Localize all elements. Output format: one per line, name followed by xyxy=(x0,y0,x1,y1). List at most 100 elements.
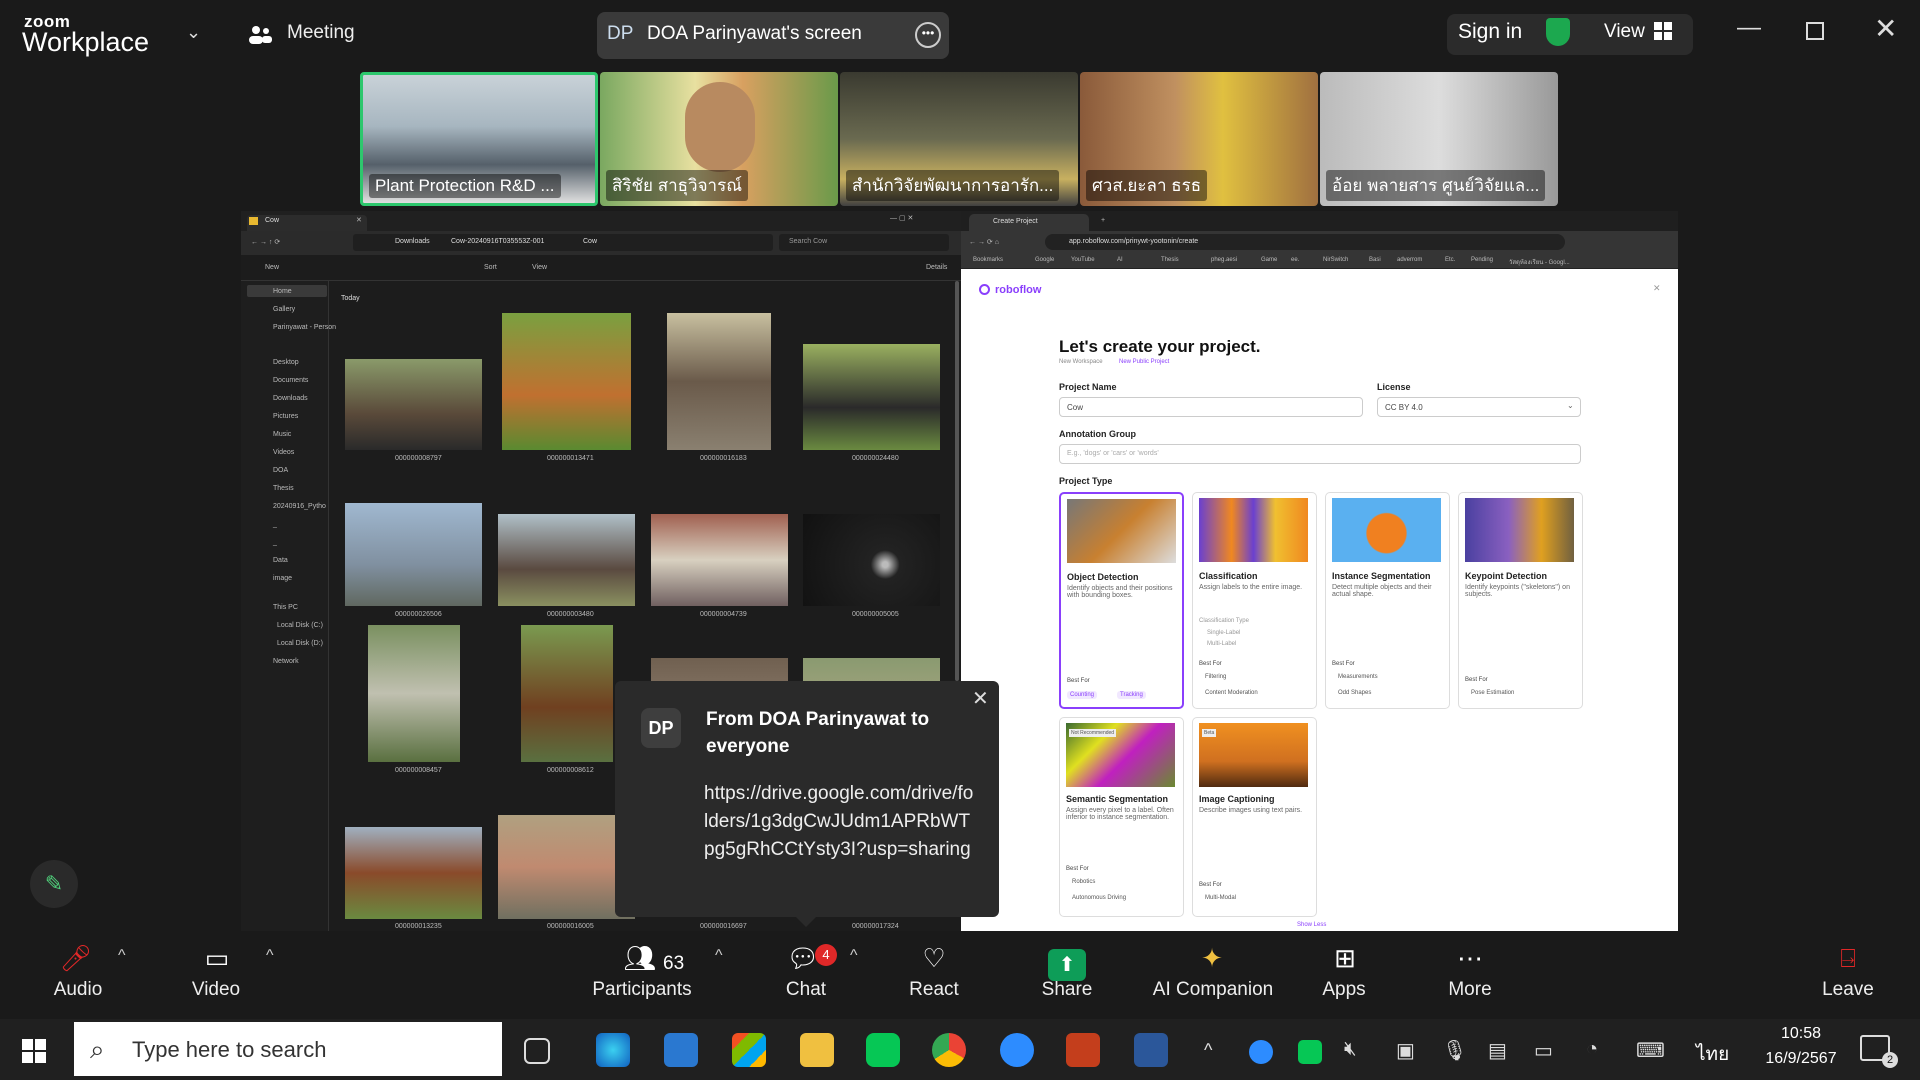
leave-icon[interactable]: ⍈ xyxy=(1830,943,1866,973)
type-card-object-detection[interactable]: Object Detection Identify objects and th… xyxy=(1059,492,1184,709)
chrome-icon[interactable] xyxy=(932,1033,966,1067)
bookmark[interactable]: Bookmarks xyxy=(973,257,1003,263)
nav-pictures[interactable]: Pictures xyxy=(273,413,298,420)
bookmark[interactable]: AI xyxy=(1117,257,1123,263)
type-card-instance-segmentation[interactable]: Instance Segmentation Detect multiple ob… xyxy=(1325,492,1450,709)
nav-folder[interactable]: _ xyxy=(273,521,277,528)
show-less-link[interactable]: Show Less xyxy=(1297,922,1326,928)
zoom-tray-icon[interactable] xyxy=(1249,1040,1273,1064)
radio-multi-label[interactable]: Multi-Label xyxy=(1207,641,1236,647)
radio-single-label[interactable]: Single-Label xyxy=(1207,630,1240,636)
image-thumbnail[interactable] xyxy=(368,625,460,762)
nav-documents[interactable]: Documents xyxy=(273,377,308,384)
ai-companion-button[interactable]: AI Companion xyxy=(1148,979,1278,1001)
bookmark[interactable]: Basi xyxy=(1369,257,1381,263)
edge-icon[interactable] xyxy=(596,1033,630,1067)
participant-tile[interactable]: ศวส.ยะลา ธรธ xyxy=(1080,72,1318,206)
type-card-image-captioning[interactable]: Beta Image Captioning Describe images us… xyxy=(1192,717,1317,917)
breadcrumb-project[interactable]: New Public Project xyxy=(1119,359,1169,365)
nav-this-pc[interactable]: This PC xyxy=(273,604,298,611)
close-icon[interactable]: ✕ xyxy=(972,686,989,711)
nav-data[interactable]: Data xyxy=(273,557,288,564)
image-thumbnail[interactable] xyxy=(345,827,482,919)
bookmark[interactable]: วัสดุห้องเรียน - Googl... xyxy=(1509,257,1570,267)
bookmark[interactable]: ee. xyxy=(1291,257,1299,263)
chevron-up-icon[interactable]: ^ xyxy=(715,947,723,977)
close-page-icon[interactable]: ✕ xyxy=(1653,283,1661,294)
nav-disk-c[interactable]: Local Disk (C:) xyxy=(277,622,323,629)
window-controls[interactable]: — ▢ ✕ xyxy=(890,214,913,222)
nav-downloads[interactable]: Downloads xyxy=(273,395,308,402)
image-thumbnail[interactable] xyxy=(803,514,940,606)
scrollbar[interactable] xyxy=(955,281,959,681)
react-button[interactable]: React xyxy=(904,979,964,1001)
image-thumbnail[interactable] xyxy=(498,514,635,606)
participant-tile[interactable]: อ้อย พลายสาร ศูนย์วิจัยแล... xyxy=(1320,72,1558,206)
sort-button[interactable]: Sort xyxy=(484,264,497,271)
device-icon[interactable]: ▤ xyxy=(1488,1038,1507,1063)
file-explorer-icon[interactable] xyxy=(800,1033,834,1067)
more-options-icon[interactable]: ••• xyxy=(915,22,941,48)
bookmark[interactable]: Pending xyxy=(1471,257,1493,263)
participants-button[interactable]: Participants xyxy=(590,979,694,1001)
participants-icon[interactable]: 👥︎ xyxy=(622,943,658,973)
nav-folder[interactable]: _ xyxy=(273,539,277,546)
camera-icon[interactable]: ▭ xyxy=(196,943,238,973)
audio-button[interactable]: Audio xyxy=(48,979,108,1001)
chat-button[interactable]: Chat xyxy=(776,979,836,1001)
powerpoint-icon[interactable] xyxy=(1066,1033,1100,1067)
image-thumbnail[interactable] xyxy=(803,344,940,450)
view-button[interactable]: View xyxy=(532,264,547,271)
nav-videos[interactable]: Videos xyxy=(273,449,294,456)
line-icon[interactable] xyxy=(866,1033,900,1067)
restore-icon[interactable] xyxy=(1806,22,1824,40)
volume-muted-icon[interactable]: 🔇︎ xyxy=(1344,1038,1357,1061)
nav-disk-d[interactable]: Local Disk (D:) xyxy=(277,640,323,647)
battery-icon[interactable]: ▭ xyxy=(1534,1038,1553,1063)
mic-muted-icon[interactable]: 🎤︎ xyxy=(56,943,96,973)
details-button[interactable]: Details xyxy=(926,264,947,271)
new-tab-button[interactable]: + xyxy=(1101,217,1105,224)
leave-button[interactable]: Leave xyxy=(1818,979,1878,1001)
tab-close-icon[interactable]: ✕ xyxy=(356,216,362,224)
meet-now-icon[interactable]: ▣ xyxy=(1396,1038,1415,1063)
new-button[interactable]: New xyxy=(265,264,279,271)
project-name-input[interactable] xyxy=(1059,397,1363,417)
breadcrumb-folder[interactable]: Cow-20240916T035553Z-001 xyxy=(451,238,544,245)
share-icon[interactable]: ⬆ xyxy=(1048,949,1086,981)
zoom-app-icon[interactable] xyxy=(1000,1033,1034,1067)
image-thumbnail[interactable] xyxy=(667,313,771,450)
wifi-icon[interactable]: ◔ xyxy=(1586,1038,1598,1061)
browser-nav-icons[interactable]: ← → ⟳ ⌂ xyxy=(969,238,999,246)
mail-icon[interactable] xyxy=(664,1033,698,1067)
type-card-keypoint-detection[interactable]: Keypoint Detection Identify keypoints ("… xyxy=(1458,492,1583,709)
security-shield-icon[interactable] xyxy=(1546,18,1570,46)
more-icon[interactable]: ⋯ xyxy=(1450,943,1490,973)
nav-desktop[interactable]: Desktop xyxy=(273,359,299,366)
clock-time[interactable]: 10:58 xyxy=(1766,1025,1836,1043)
participant-tile[interactable]: Plant Protection R&D ... xyxy=(360,72,598,206)
store-icon[interactable] xyxy=(732,1033,766,1067)
image-thumbnail[interactable] xyxy=(345,359,482,450)
pencil-icon[interactable]: ✎ xyxy=(30,860,78,908)
task-view-icon[interactable] xyxy=(524,1038,550,1064)
image-thumbnail[interactable] xyxy=(502,313,631,450)
apps-icon[interactable]: ⊞ xyxy=(1327,943,1363,973)
keyboard-icon[interactable]: ⌨ xyxy=(1636,1038,1665,1063)
nav-thesis[interactable]: Thesis xyxy=(273,485,294,492)
nav-network[interactable]: Network xyxy=(273,658,299,665)
close-icon[interactable]: ✕ xyxy=(1874,12,1897,45)
image-thumbnail[interactable] xyxy=(345,503,482,606)
bookmark[interactable]: Google xyxy=(1035,257,1054,263)
bookmark[interactable]: NirSwitch xyxy=(1323,257,1348,263)
image-thumbnail[interactable] xyxy=(651,514,788,606)
input-language[interactable]: ไทย xyxy=(1696,1039,1729,1069)
more-button[interactable]: More xyxy=(1440,979,1500,1001)
type-card-classification[interactable]: Classification Assign labels to the enti… xyxy=(1192,492,1317,709)
heart-icon[interactable]: ♡ xyxy=(916,943,952,973)
image-thumbnail[interactable] xyxy=(521,625,613,762)
line-tray-icon[interactable] xyxy=(1298,1040,1322,1064)
view-button[interactable]: View xyxy=(1604,21,1645,43)
nav-onedrive[interactable]: Parinyawat - Person xyxy=(273,324,336,331)
meeting-label[interactable]: Meeting xyxy=(287,22,355,44)
